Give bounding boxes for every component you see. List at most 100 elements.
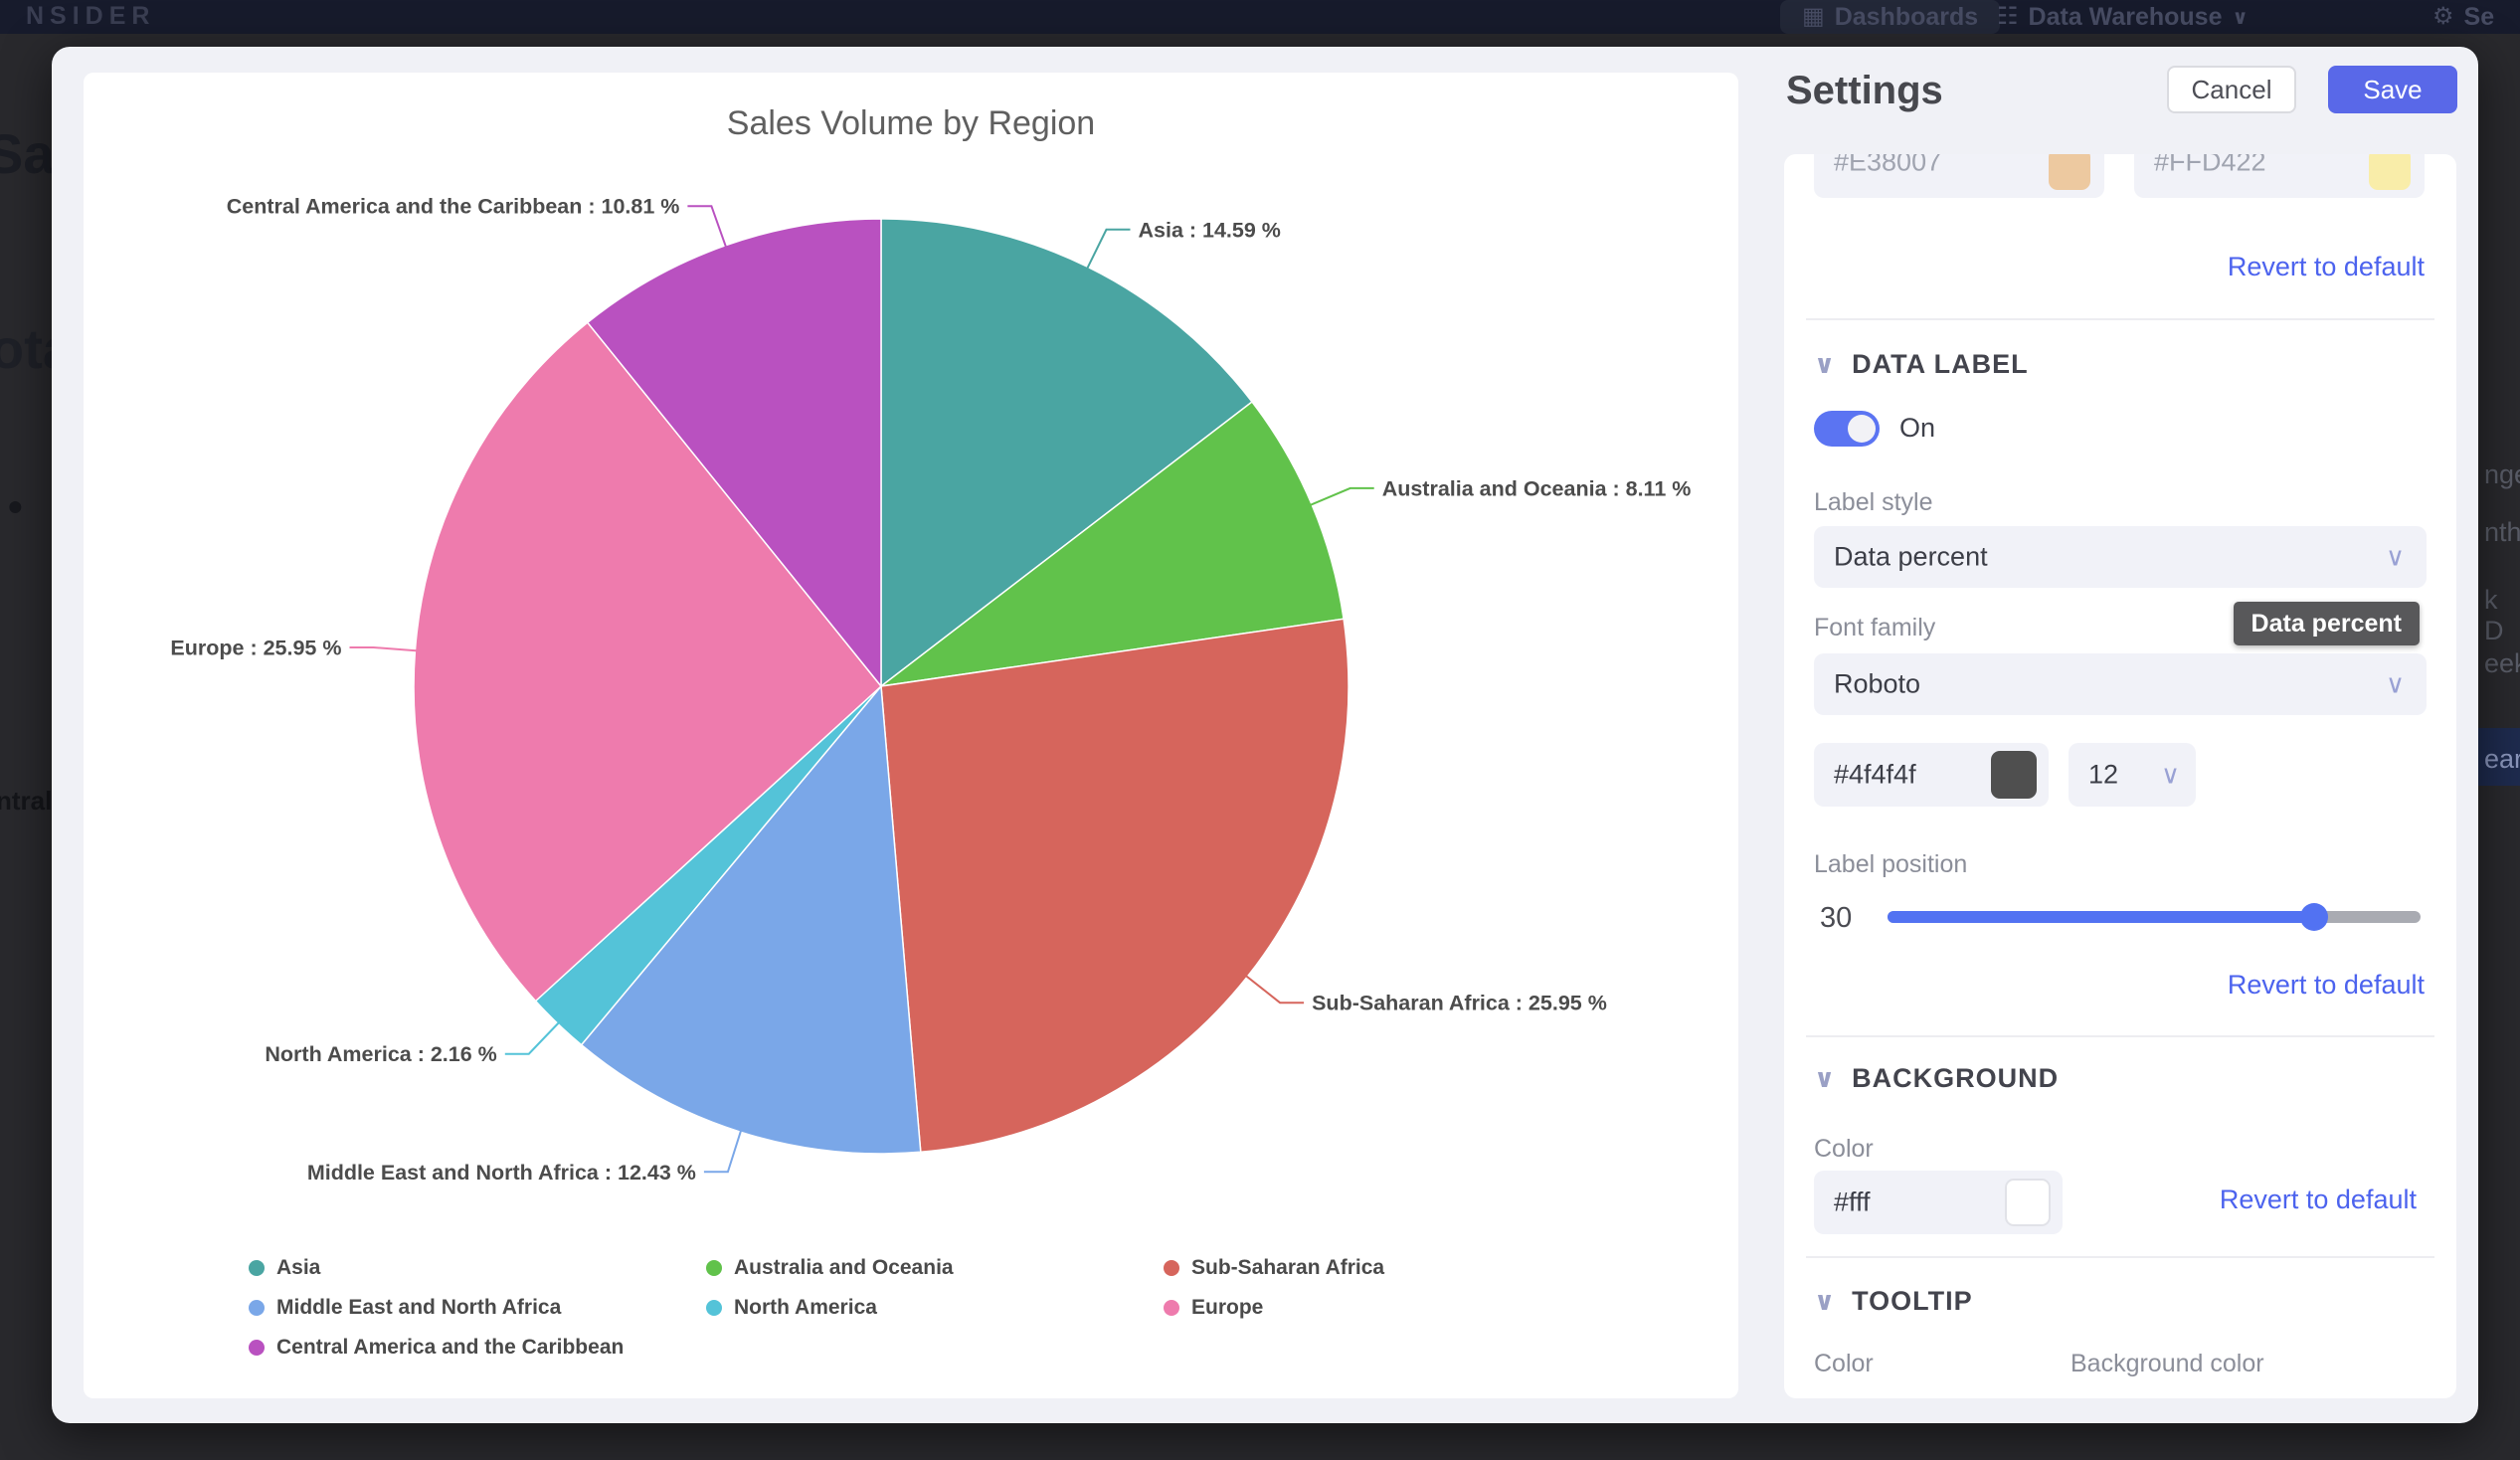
revert-to-default-link[interactable]: Revert to default	[2220, 1185, 2417, 1215]
pie-slice-label: Middle East and North Africa : 12.43 %	[307, 1161, 696, 1185]
legend-color-dot	[249, 1260, 265, 1276]
background-color-input[interactable]: #fff	[1814, 1171, 2063, 1234]
pie-slice-label: North America : 2.16 %	[265, 1042, 496, 1066]
divider	[1806, 1256, 2434, 1258]
revert-to-default-link[interactable]: Revert to default	[2228, 970, 2425, 1001]
background-color-swatch[interactable]	[2005, 1179, 2051, 1226]
background-menu-fragment: eek	[2484, 648, 2520, 679]
pie-chart: Asia : 14.59 % Australia and Oceania : 8.…	[84, 73, 1738, 1398]
pie-leader-line	[1086, 230, 1130, 271]
nav-dashboards-button[interactable]: ▦ Dashboards	[1780, 0, 2000, 34]
font-family-value: Roboto	[1834, 669, 1920, 700]
section-header-tooltip[interactable]: ∨ TOOLTIP	[1814, 1286, 1973, 1317]
background-menu-fragment: nth	[2484, 517, 2520, 548]
tooltip-bg-color-label: Background color	[2070, 1350, 2264, 1378]
legend-item[interactable]: Europe	[1164, 1296, 1601, 1320]
legend-item[interactable]: Australia and Oceania	[706, 1256, 1164, 1280]
background-text-fragment: ntral	[0, 786, 52, 817]
font-color-swatch[interactable]	[1991, 751, 2037, 799]
save-button[interactable]: Save	[2328, 66, 2457, 113]
legend-color-dot	[249, 1340, 265, 1356]
chevron-down-icon: ∨	[2161, 760, 2180, 791]
slider-thumb[interactable]	[2300, 903, 2328, 931]
nav-settings-button[interactable]: ⚙ Se	[2432, 0, 2494, 34]
font-size-dropdown[interactable]: 12 ∨	[2069, 743, 2196, 807]
font-family-label: Font family	[1814, 614, 1935, 642]
series-color-value: #E38007	[1834, 154, 1941, 178]
series-color-value: #FFD422	[2154, 154, 2266, 178]
section-title: BACKGROUND	[1852, 1063, 2059, 1094]
pie-slice-label: Sub-Saharan Africa : 25.95 %	[1312, 992, 1607, 1015]
label-position-label: Label position	[1814, 850, 1967, 879]
nav-settings-label: Se	[2464, 3, 2495, 32]
series-color-input[interactable]: #FFD422	[2134, 154, 2425, 198]
legend-label: Middle East and North Africa	[276, 1296, 561, 1320]
chevron-down-icon: ∨	[2386, 542, 2405, 573]
divider	[1806, 1035, 2434, 1037]
legend-label: Central America and the Caribbean	[276, 1336, 624, 1360]
pie-leader-line	[505, 1021, 561, 1054]
legend-item[interactable]: Sub-Saharan Africa	[1164, 1256, 1601, 1280]
pie-leader-line	[350, 647, 420, 651]
font-color-value: #4f4f4f	[1834, 760, 1916, 791]
tooltip-color-label: Color	[1814, 1350, 1874, 1378]
nav-dashboards-label: Dashboards	[1835, 3, 1978, 32]
pie-slice-label: Europe : 25.95 %	[170, 637, 341, 660]
slider-fill	[1888, 911, 2314, 923]
pie-slice-label: Australia and Oceania : 8.11 %	[1382, 476, 1692, 500]
legend-label: North America	[734, 1296, 877, 1320]
label-style-label: Label style	[1814, 488, 1933, 517]
series-color-input[interactable]: #E38007	[1814, 154, 2104, 198]
series-color-swatch[interactable]	[2369, 154, 2411, 190]
background-menu-fragment: nge	[2484, 459, 2520, 490]
legend-item[interactable]: Middle East and North Africa	[249, 1296, 706, 1320]
dropdown-tooltip: Data percent	[2234, 602, 2420, 645]
revert-to-default-link[interactable]: Revert to default	[2228, 252, 2425, 282]
legend-color-dot	[1164, 1260, 1179, 1276]
pie-leader-line	[1244, 975, 1304, 1004]
legend-item[interactable]: North America	[706, 1296, 1164, 1320]
toggle-knob	[1848, 415, 1876, 443]
chevron-down-icon: ∨	[1814, 1063, 1836, 1094]
pie-leader-line	[1308, 488, 1373, 506]
label-style-dropdown[interactable]: Data percent ∨	[1814, 526, 2427, 588]
legend-label: Sub-Saharan Africa	[1191, 1256, 1384, 1280]
gear-icon: ⚙	[2432, 5, 2454, 29]
settings-modal: Sales Volume by Region Asia : 14.59 %Aus…	[52, 47, 2478, 1423]
pie-leader-line	[687, 206, 726, 249]
pie-slice[interactable]	[881, 619, 1349, 1152]
font-size-value: 12	[2088, 760, 2118, 791]
font-color-input[interactable]: #4f4f4f	[1814, 743, 2049, 807]
chart-preview-card: Sales Volume by Region Asia : 14.59 %Aus…	[84, 73, 1738, 1398]
divider	[1806, 318, 2434, 320]
database-icon: ☷	[1997, 5, 2019, 29]
section-header-background[interactable]: ∨ BACKGROUND	[1814, 1063, 2059, 1094]
background-bullet-fragment: •	[8, 483, 23, 531]
legend-color-dot	[1164, 1300, 1179, 1316]
cancel-button[interactable]: Cancel	[2167, 66, 2296, 113]
data-label-toggle[interactable]	[1814, 411, 1880, 447]
legend-color-dot	[249, 1300, 265, 1316]
chevron-down-icon: ∨	[2232, 5, 2248, 30]
label-position-slider-row: 30	[1814, 902, 2421, 932]
panel-title: Settings	[1786, 69, 1943, 113]
section-header-data-label[interactable]: ∨ DATA LABEL	[1814, 349, 2029, 380]
section-title: DATA LABEL	[1852, 349, 2028, 380]
label-position-slider[interactable]	[1888, 911, 2421, 923]
chevron-down-icon: ∨	[1814, 1286, 1836, 1317]
font-family-dropdown[interactable]: Roboto ∨	[1814, 653, 2427, 715]
legend-item[interactable]: Asia	[249, 1256, 706, 1280]
legend-item[interactable]: Central America and the Caribbean	[249, 1336, 706, 1360]
background-menu-fragment: k D	[2484, 585, 2520, 646]
legend-color-dot	[706, 1300, 722, 1316]
background-color-value: #fff	[1834, 1187, 1871, 1218]
pie-slice-label: Asia : 14.59 %	[1139, 218, 1281, 242]
legend-color-dot	[706, 1260, 722, 1276]
nav-data-warehouse-dropdown[interactable]: ☷ Data Warehouse ∨	[1997, 0, 2249, 34]
legend-label: Asia	[276, 1256, 320, 1280]
label-style-value: Data percent	[1834, 542, 1988, 573]
chevron-down-icon: ∨	[2386, 669, 2405, 700]
toggle-state-label: On	[1899, 413, 1935, 444]
series-color-swatch[interactable]	[2049, 154, 2090, 190]
app-logo: NSIDER	[26, 2, 155, 31]
